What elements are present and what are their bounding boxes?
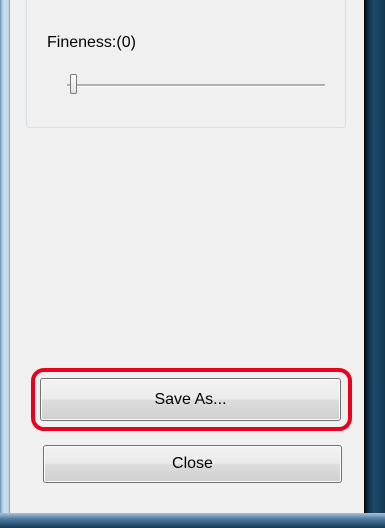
fineness-slider-track[interactable] <box>67 84 325 87</box>
window-frame-bottom <box>0 513 385 528</box>
save-as-button[interactable]: Save As... <box>40 378 341 421</box>
close-button[interactable]: Close <box>43 445 342 483</box>
window-frame-right <box>364 0 385 528</box>
fineness-label: Fineness:(0) <box>47 34 136 51</box>
fineness-slider[interactable] <box>67 70 325 96</box>
fineness-group-box <box>26 0 346 128</box>
window-frame-left <box>0 0 9 528</box>
fineness-slider-thumb[interactable] <box>70 74 77 94</box>
